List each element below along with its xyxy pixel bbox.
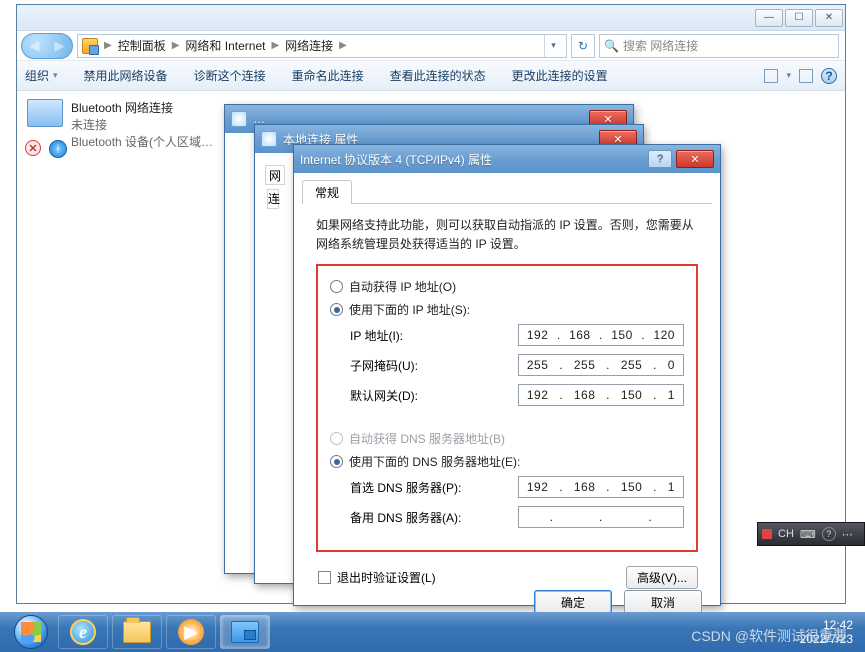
connection-status: 未连接	[71, 116, 213, 133]
close-button[interactable]: ✕	[815, 9, 843, 27]
folder-icon	[123, 621, 151, 643]
view-status-button[interactable]: 查看此连接的状态	[390, 67, 486, 84]
preferred-dns-input[interactable]: 192.168.150.1	[518, 476, 684, 498]
subnet-mask-input[interactable]: 255.255.255.0	[518, 354, 684, 376]
maximize-button[interactable]: ☐	[785, 9, 813, 27]
preview-pane-icon[interactable]	[799, 69, 813, 83]
radio-auto-dns	[330, 432, 343, 445]
advanced-button[interactable]: 高级(V)...	[626, 566, 698, 589]
radio-manual-dns[interactable]	[330, 455, 343, 468]
validate-on-exit-label: 退出时验证设置(L)	[337, 569, 436, 586]
chevron-right-icon[interactable]: ▶	[102, 40, 114, 51]
ip-address-input[interactable]: 192.168.150.120	[518, 324, 684, 346]
nav-back-forward[interactable]: ◀ ▶	[21, 33, 73, 59]
taskbar-network[interactable]	[220, 615, 270, 649]
watermark: CSDN @软件测试很重要	[691, 626, 847, 646]
disconnected-icon: ✕	[25, 140, 41, 156]
location-icon	[82, 38, 98, 54]
cancel-button[interactable]: 取消	[624, 590, 702, 614]
radio-label: 使用下面的 IP 地址(S):	[349, 301, 470, 318]
breadcrumb[interactable]: 网络连接	[285, 37, 333, 54]
network-icon	[231, 621, 259, 643]
ip-address-label: IP 地址(I):	[350, 327, 518, 344]
start-button[interactable]	[8, 613, 54, 651]
alternate-dns-input[interactable]: ...	[518, 506, 684, 528]
back-icon[interactable]: ◀	[30, 38, 40, 54]
radio-label: 自动获得 IP 地址(O)	[349, 278, 456, 295]
search-icon: 🔍	[604, 39, 619, 53]
alternate-dns-label: 备用 DNS 服务器(A):	[350, 509, 518, 526]
validate-on-exit-checkbox[interactable]	[318, 571, 331, 584]
chevron-down-icon[interactable]: ▾	[786, 70, 791, 81]
rename-button[interactable]: 重命名此连接	[292, 67, 364, 84]
diagnose-button[interactable]: 诊断这个连接	[194, 67, 266, 84]
close-button[interactable]: ✕	[676, 150, 714, 168]
gateway-input[interactable]: 192.168.150.1	[518, 384, 684, 406]
address-row: ◀ ▶ ▶ 控制面板 ▶ 网络和 Internet ▶ 网络连接 ▶ ▾ ↻ 🔍…	[17, 31, 845, 61]
ime-keyboard-icon[interactable]: ⌨	[800, 528, 816, 541]
dialog-icon	[231, 111, 247, 127]
tab-partial: 网	[265, 165, 285, 185]
organize-menu[interactable]: 组织▾	[25, 67, 58, 84]
view-icon[interactable]	[764, 69, 778, 83]
radio-label: 自动获得 DNS 服务器地址(B)	[349, 430, 505, 447]
taskbar-ie[interactable]: e	[58, 615, 108, 649]
ime-language: CH	[778, 528, 794, 540]
tab-panel: 如果网络支持此功能，则可以获取自动指派的 IP 设置。否则，您需要从网络系统管理…	[302, 204, 712, 584]
ime-help-icon[interactable]: ?	[822, 527, 836, 541]
help-button[interactable]: ?	[648, 150, 672, 168]
breadcrumb[interactable]: 网络和 Internet	[185, 37, 265, 54]
radio-label: 使用下面的 DNS 服务器地址(E):	[349, 453, 520, 470]
chevron-down-icon: ▾	[53, 70, 58, 81]
ok-button[interactable]: 确定	[534, 590, 612, 614]
chevron-right-icon[interactable]: ▶	[170, 40, 182, 51]
connection-device: Bluetooth 设备(个人区域…	[71, 133, 213, 150]
subnet-mask-label: 子网掩码(U):	[350, 357, 518, 374]
dialog-icon	[261, 131, 277, 147]
search-input[interactable]: 🔍 搜索 网络连接	[599, 34, 839, 58]
window-titlebar: — ☐ ✕	[17, 5, 845, 31]
refresh-button[interactable]: ↻	[571, 34, 595, 58]
address-dropdown[interactable]: ▾	[544, 35, 562, 57]
field-partial: 连	[267, 189, 279, 209]
dialog-ipv4-properties: Internet 协议版本 4 (TCP/IPv4) 属性 ? ✕ 常规 如果网…	[293, 144, 721, 606]
taskbar-explorer[interactable]	[112, 615, 162, 649]
tab-general[interactable]: 常规	[302, 180, 352, 204]
tab-bar: 常规	[302, 179, 712, 204]
dialog-titlebar: Internet 协议版本 4 (TCP/IPv4) 属性 ? ✕	[294, 145, 720, 173]
breadcrumb[interactable]: 控制面板	[118, 37, 166, 54]
radio-auto-ip[interactable]	[330, 280, 343, 293]
windows-orb-icon	[14, 615, 48, 649]
ime-toolbar[interactable]: CH ⌨ ? ⋯	[757, 522, 865, 546]
preferred-dns-label: 首选 DNS 服务器(P):	[350, 479, 518, 496]
bluetooth-icon: ᚼ	[49, 140, 67, 158]
ime-options-icon[interactable]: ⋯	[842, 528, 853, 541]
description-text: 如果网络支持此功能，则可以获取自动指派的 IP 设置。否则，您需要从网络系统管理…	[316, 216, 698, 254]
search-placeholder: 搜索 网络连接	[623, 37, 698, 54]
network-adapter-icon	[27, 99, 63, 127]
media-player-icon: ▶	[178, 619, 204, 645]
connection-name: Bluetooth 网络连接	[71, 99, 213, 116]
chevron-right-icon[interactable]: ▶	[269, 40, 281, 51]
gateway-label: 默认网关(D):	[350, 387, 518, 404]
highlighted-settings: 自动获得 IP 地址(O) 使用下面的 IP 地址(S): IP 地址(I): …	[316, 264, 698, 552]
chevron-right-icon[interactable]: ▶	[337, 40, 349, 51]
taskbar-media-player[interactable]: ▶	[166, 615, 216, 649]
radio-manual-ip[interactable]	[330, 303, 343, 316]
minimize-button[interactable]: —	[755, 9, 783, 27]
command-bar: 组织▾ 禁用此网络设备 诊断这个连接 重命名此连接 查看此连接的状态 更改此连接…	[17, 61, 845, 91]
address-bar[interactable]: ▶ 控制面板 ▶ 网络和 Internet ▶ 网络连接 ▶ ▾	[77, 34, 567, 58]
ie-icon: e	[70, 619, 96, 645]
disable-device-button[interactable]: 禁用此网络设备	[84, 67, 168, 84]
change-settings-button[interactable]: 更改此连接的设置	[512, 67, 608, 84]
help-icon[interactable]: ?	[821, 68, 837, 84]
dialog-title: Internet 协议版本 4 (TCP/IPv4) 属性	[300, 151, 492, 168]
forward-icon[interactable]: ▶	[55, 38, 65, 54]
